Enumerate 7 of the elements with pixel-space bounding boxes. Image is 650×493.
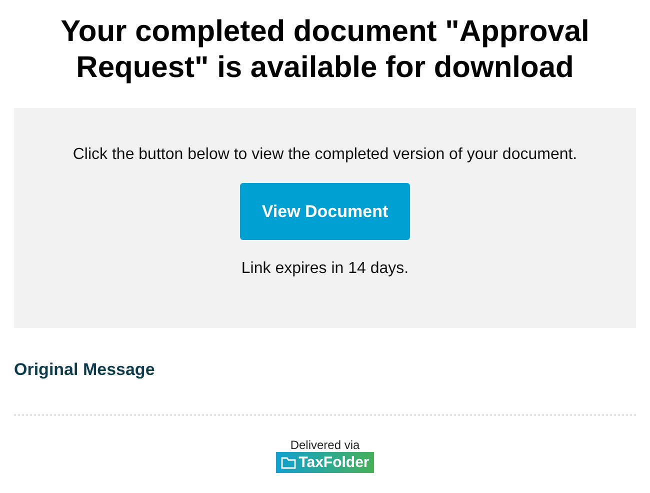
delivered-via-text: Delivered via <box>290 438 360 452</box>
logo: TaxFolder <box>276 452 374 473</box>
expiry-text: Link expires in 14 days. <box>241 260 409 278</box>
original-message-link[interactable]: Original Message <box>14 360 636 380</box>
heading: Your completed document "Approval Request" is available for download <box>60 14 590 86</box>
folder-icon <box>280 456 296 468</box>
instruction-text: Click the button below to view the completed version of your document. <box>72 146 578 164</box>
